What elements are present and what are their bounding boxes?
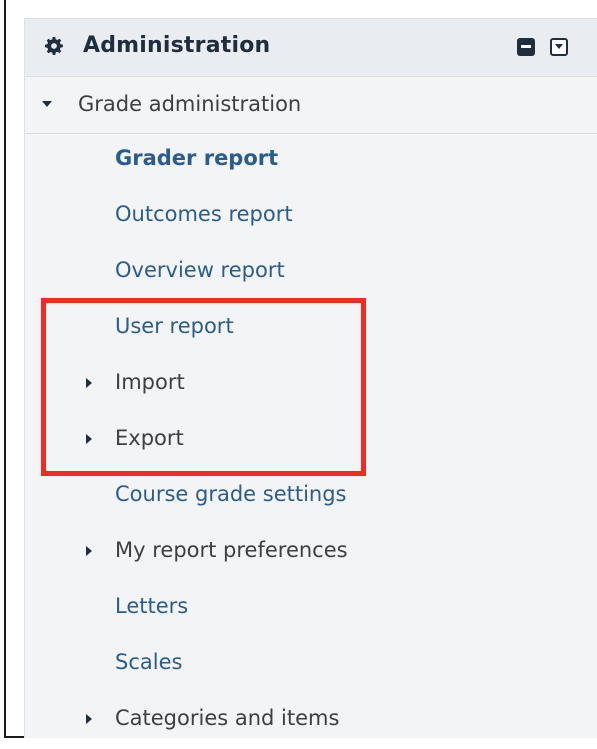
nav-link-outcomes-report[interactable]: Outcomes report <box>115 202 293 226</box>
nav-item-course-grade-settings[interactable]: Course grade settings <box>25 469 597 525</box>
nav-item-my-report-preferences[interactable]: My report preferences <box>25 525 597 581</box>
nav-link-export[interactable]: Export <box>115 426 184 450</box>
nav-item-grader-report[interactable]: Grader report <box>25 133 597 189</box>
caret-right-icon[interactable] <box>86 714 92 724</box>
screenshot-frame: Administration Grade administration Grad… <box>4 0 597 738</box>
nav-link-letters[interactable]: Letters <box>115 594 188 618</box>
nav-link-course-grade-settings[interactable]: Course grade settings <box>115 482 347 506</box>
block-title: Administration <box>83 33 271 58</box>
gear-icon <box>45 37 63 55</box>
section-grade-administration[interactable]: Grade administration <box>25 77 597 134</box>
nav-link-categories-and-items[interactable]: Categories and items <box>115 706 339 730</box>
administration-block: Administration Grade administration Grad… <box>24 18 597 738</box>
nav-link-scales[interactable]: Scales <box>115 650 182 674</box>
nav-link-my-report-preferences[interactable]: My report preferences <box>115 538 348 562</box>
dock-block-icon[interactable] <box>550 38 568 56</box>
nav-link-import[interactable]: Import <box>115 370 185 394</box>
caret-down-icon <box>42 101 52 107</box>
nav-item-overview-report[interactable]: Overview report <box>25 245 597 301</box>
block-header: Administration <box>25 19 597 77</box>
nav-item-user-report[interactable]: User report <box>25 301 597 357</box>
caret-right-icon[interactable] <box>86 378 92 388</box>
nav-item-import[interactable]: Import <box>25 357 597 413</box>
caret-right-icon[interactable] <box>86 434 92 444</box>
nav-item-export[interactable]: Export <box>25 413 597 469</box>
nav-item-categories-and-items[interactable]: Categories and items <box>25 693 597 749</box>
nav-item-letters[interactable]: Letters <box>25 581 597 637</box>
collapse-block-icon[interactable] <box>517 38 535 56</box>
nav-item-scales[interactable]: Scales <box>25 637 597 693</box>
nav-item-outcomes-report[interactable]: Outcomes report <box>25 189 597 245</box>
nav-link-grader-report[interactable]: Grader report <box>115 146 278 170</box>
nav-link-overview-report[interactable]: Overview report <box>115 258 285 282</box>
nav-link-user-report[interactable]: User report <box>115 314 234 338</box>
section-label: Grade administration <box>78 92 302 116</box>
caret-right-icon[interactable] <box>86 546 92 556</box>
